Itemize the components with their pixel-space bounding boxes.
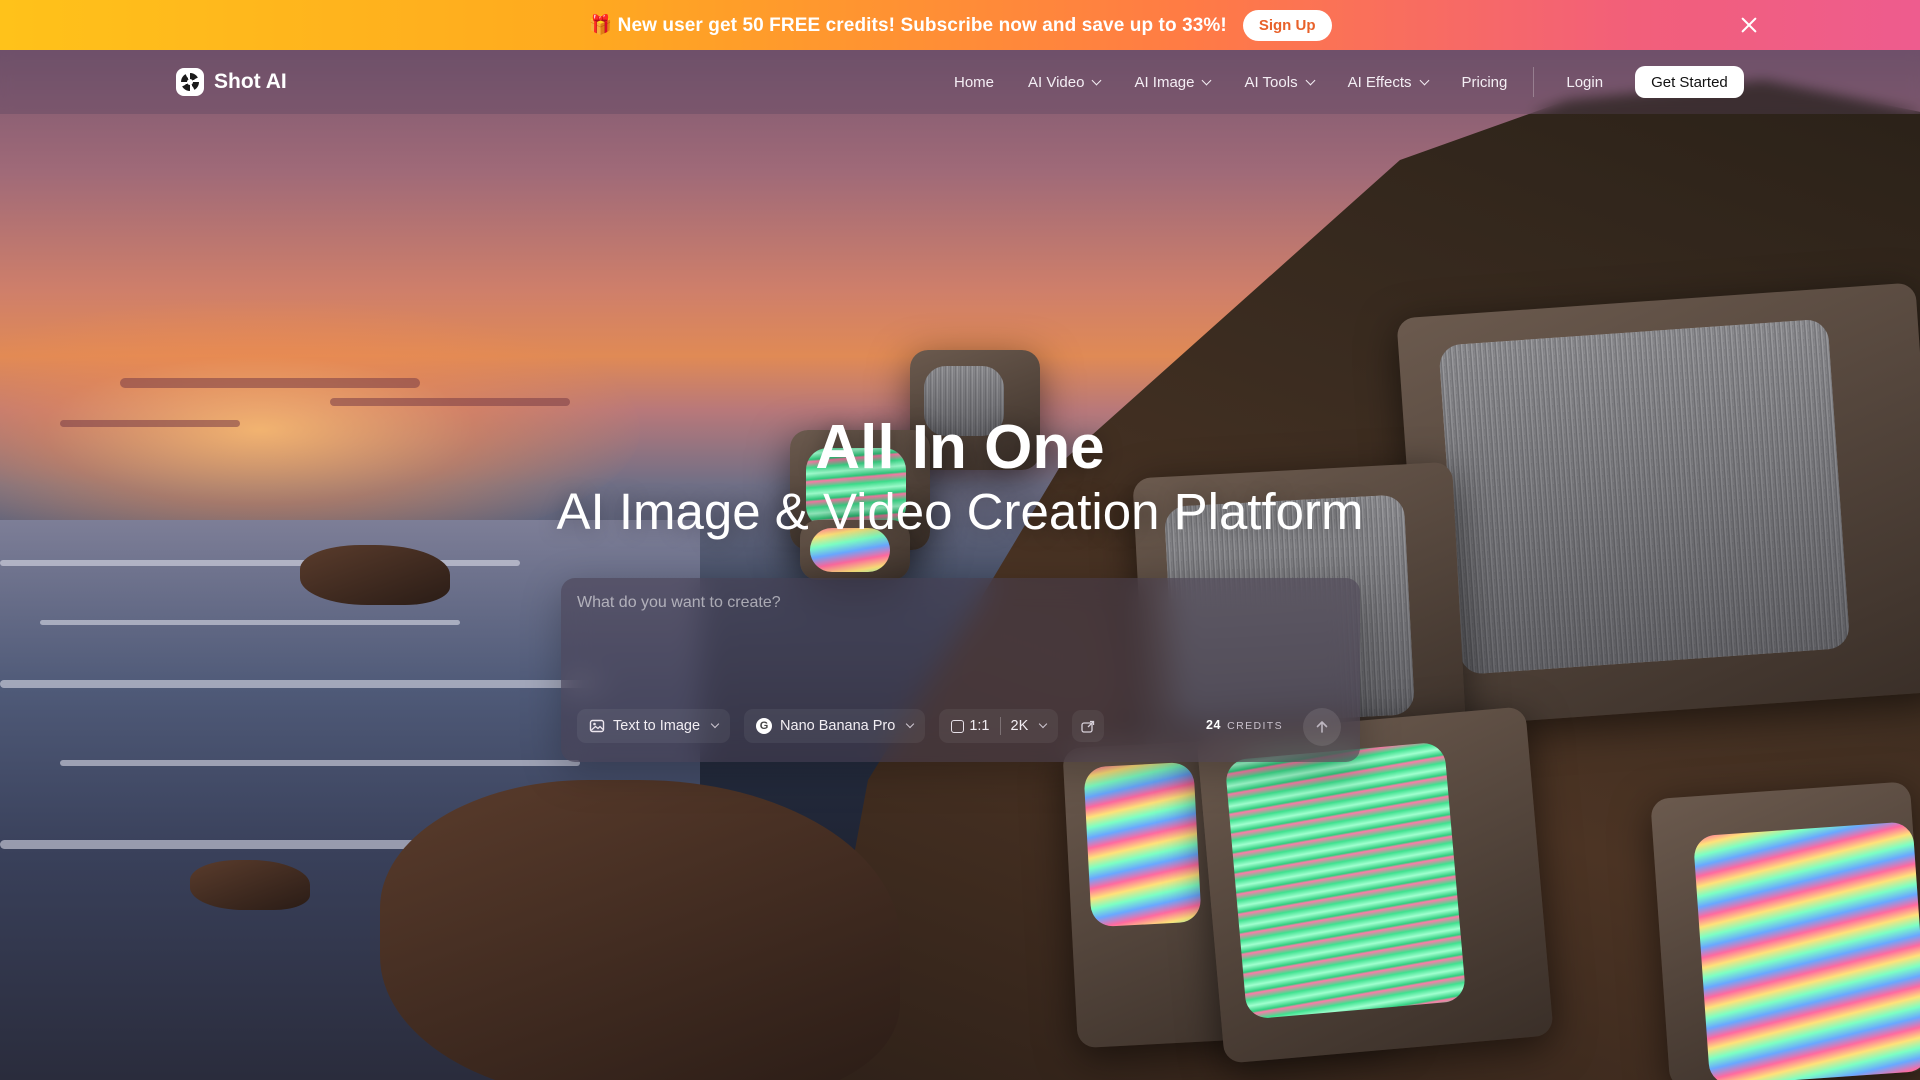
wave xyxy=(40,620,460,625)
google-icon: G xyxy=(756,718,773,734)
credits-counter: 24 CREDITS xyxy=(1206,718,1283,732)
mode-label: Text to Image xyxy=(613,718,701,734)
cloud xyxy=(120,378,420,388)
brand-name: Shot AI xyxy=(214,70,287,93)
model-label: Nano Banana Pro xyxy=(780,718,896,734)
promo-banner: 🎁 New user get 50 FREE credits! Subscrib… xyxy=(0,0,1920,50)
output-settings[interactable]: 1:1 2K xyxy=(939,709,1059,743)
chevron-down-icon xyxy=(1419,75,1429,85)
hero-title: All In One xyxy=(815,413,1105,482)
divider xyxy=(999,717,1001,735)
get-started-button[interactable]: Get Started xyxy=(1635,66,1744,98)
arrow-up-icon xyxy=(1316,721,1328,733)
attach-button[interactable] xyxy=(1072,710,1105,742)
resolution-value: 2K xyxy=(1010,718,1029,734)
brand-logo[interactable]: Shot AI xyxy=(176,68,287,96)
nav-ai-video-label: AI Video xyxy=(1028,73,1085,91)
generate-button[interactable] xyxy=(1303,708,1341,746)
nav-ai-video[interactable]: AI Video xyxy=(1028,73,1102,91)
nav-home[interactable]: Home xyxy=(954,74,994,91)
chevron-down-icon xyxy=(906,719,915,729)
aspect-ratio-value: 1:1 xyxy=(969,718,990,734)
chevron-down-icon xyxy=(1202,75,1212,85)
nav-ai-effects[interactable]: AI Effects xyxy=(1347,73,1429,91)
prompt-card: Text to Image G Nano Banana Pro 1:1 2K 2… xyxy=(561,578,1360,762)
nav-ai-effects-label: AI Effects xyxy=(1347,73,1412,91)
sign-up-button[interactable]: Sign Up xyxy=(1242,9,1332,41)
nav-ai-tools-label: AI Tools xyxy=(1244,73,1298,91)
nav-links: Home AI Video AI Image AI Tools AI Effec… xyxy=(954,50,1744,114)
model-select[interactable]: G Nano Banana Pro xyxy=(744,709,926,743)
nav-ai-tools[interactable]: AI Tools xyxy=(1244,73,1316,91)
cloud xyxy=(330,398,570,406)
hero-subtitle: AI Image & Video Creation Platform xyxy=(556,483,1364,540)
chevron-down-icon xyxy=(1039,719,1048,729)
prompt-input[interactable] xyxy=(577,594,1337,674)
login-link[interactable]: Login xyxy=(1566,74,1603,91)
chevron-down-icon xyxy=(1092,75,1102,85)
close-icon[interactable] xyxy=(1738,14,1760,36)
prompt-toolbar: Text to Image G Nano Banana Pro 1:1 2K xyxy=(577,708,1105,744)
credits-label: CREDITS xyxy=(1227,720,1283,732)
chevron-down-icon xyxy=(1305,75,1316,85)
rock xyxy=(190,860,310,910)
nav-divider xyxy=(1533,67,1535,97)
top-navbar: Shot AI Home AI Video AI Image AI Tools … xyxy=(0,50,1920,114)
nav-ai-image[interactable]: AI Image xyxy=(1134,73,1212,91)
nav-pricing[interactable]: Pricing xyxy=(1462,74,1508,91)
nav-home-label: Home xyxy=(954,73,995,91)
rock xyxy=(380,780,900,1080)
wave xyxy=(0,680,600,688)
nav-pricing-label: Pricing xyxy=(1461,73,1508,91)
image-icon xyxy=(589,718,605,734)
shutter-logo-icon xyxy=(176,68,204,96)
nav-ai-image-label: AI Image xyxy=(1134,73,1195,91)
rock xyxy=(300,545,450,605)
retro-tv xyxy=(1650,781,1920,1080)
attach-image-icon xyxy=(1081,720,1095,733)
mode-select[interactable]: Text to Image xyxy=(577,709,731,743)
wave xyxy=(60,760,580,766)
credits-value: 24 xyxy=(1206,718,1222,732)
promo-text: 🎁 New user get 50 FREE credits! Subscrib… xyxy=(588,15,1227,36)
chevron-down-icon xyxy=(710,719,720,729)
aspect-ratio-icon xyxy=(951,719,965,733)
